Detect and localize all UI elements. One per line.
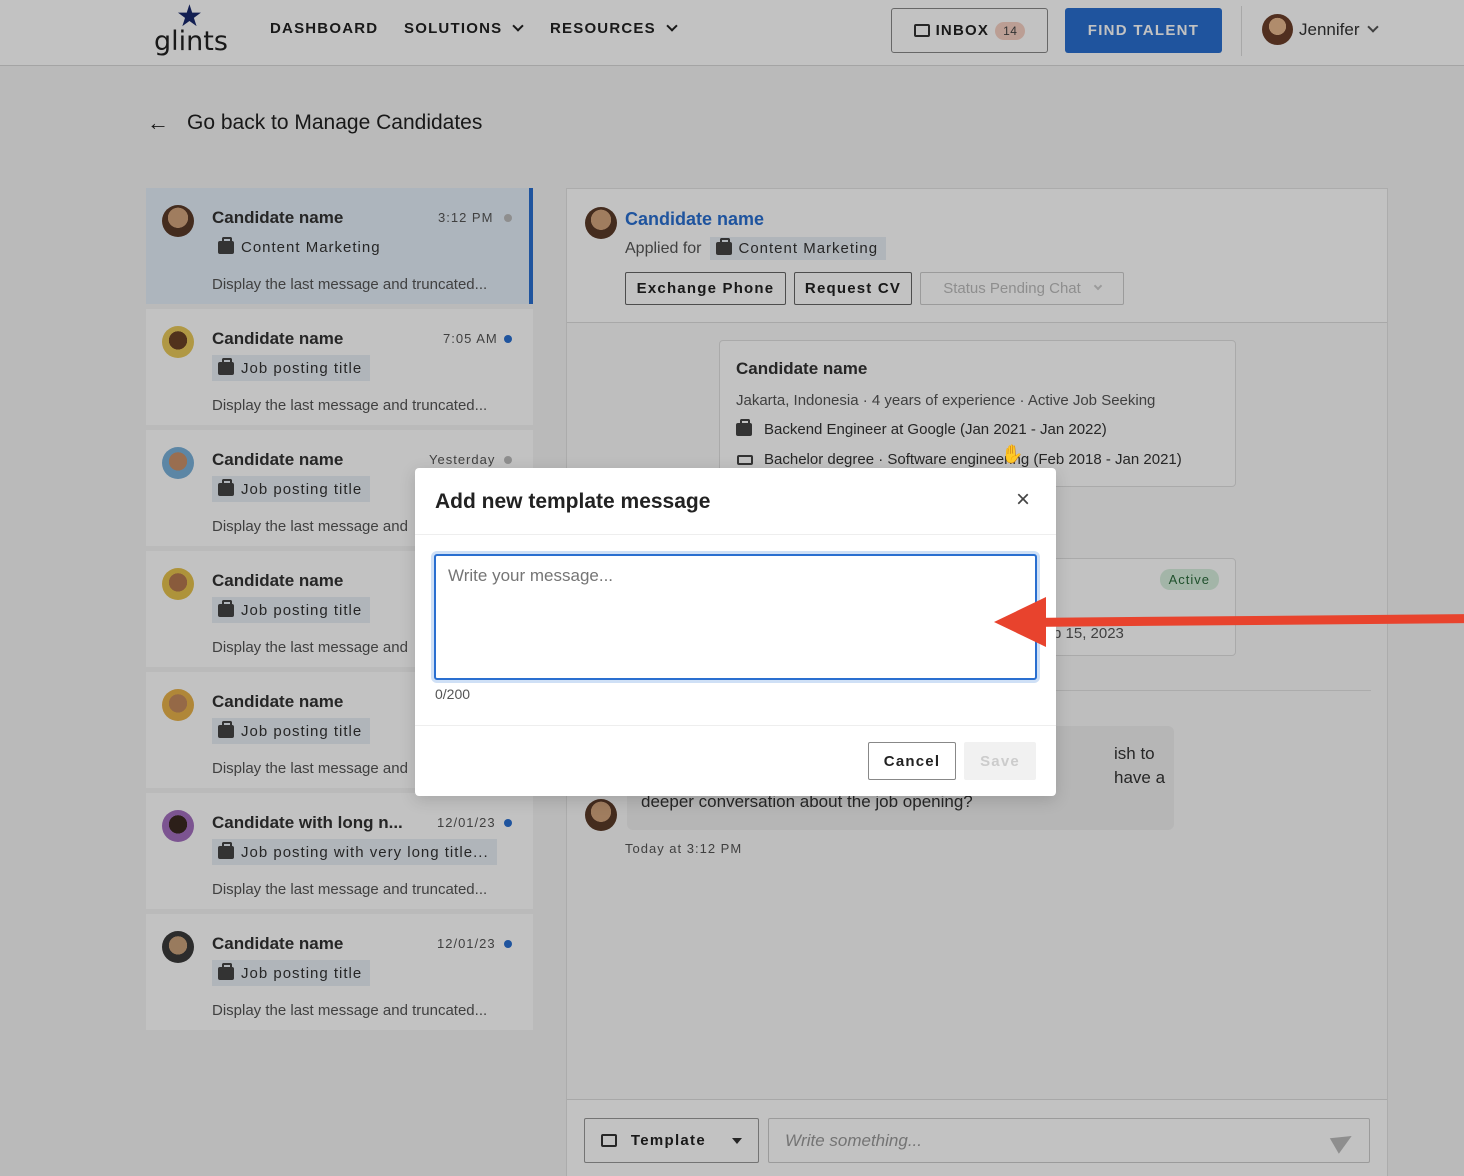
hand-cursor-icon: ✋: [1001, 444, 1024, 464]
close-icon[interactable]: ×: [1011, 488, 1035, 512]
divider: [415, 534, 1056, 535]
character-counter: 0/200: [435, 686, 471, 702]
annotation-arrow-icon: [994, 597, 1046, 647]
cancel-button[interactable]: Cancel: [868, 742, 956, 780]
divider: [415, 725, 1056, 726]
save-button[interactable]: Save: [964, 742, 1036, 780]
modal-title: Add new template message: [435, 490, 711, 513]
template-message-input[interactable]: [434, 554, 1037, 680]
add-template-modal: Add new template message × 0/200 Cancel …: [415, 468, 1056, 796]
